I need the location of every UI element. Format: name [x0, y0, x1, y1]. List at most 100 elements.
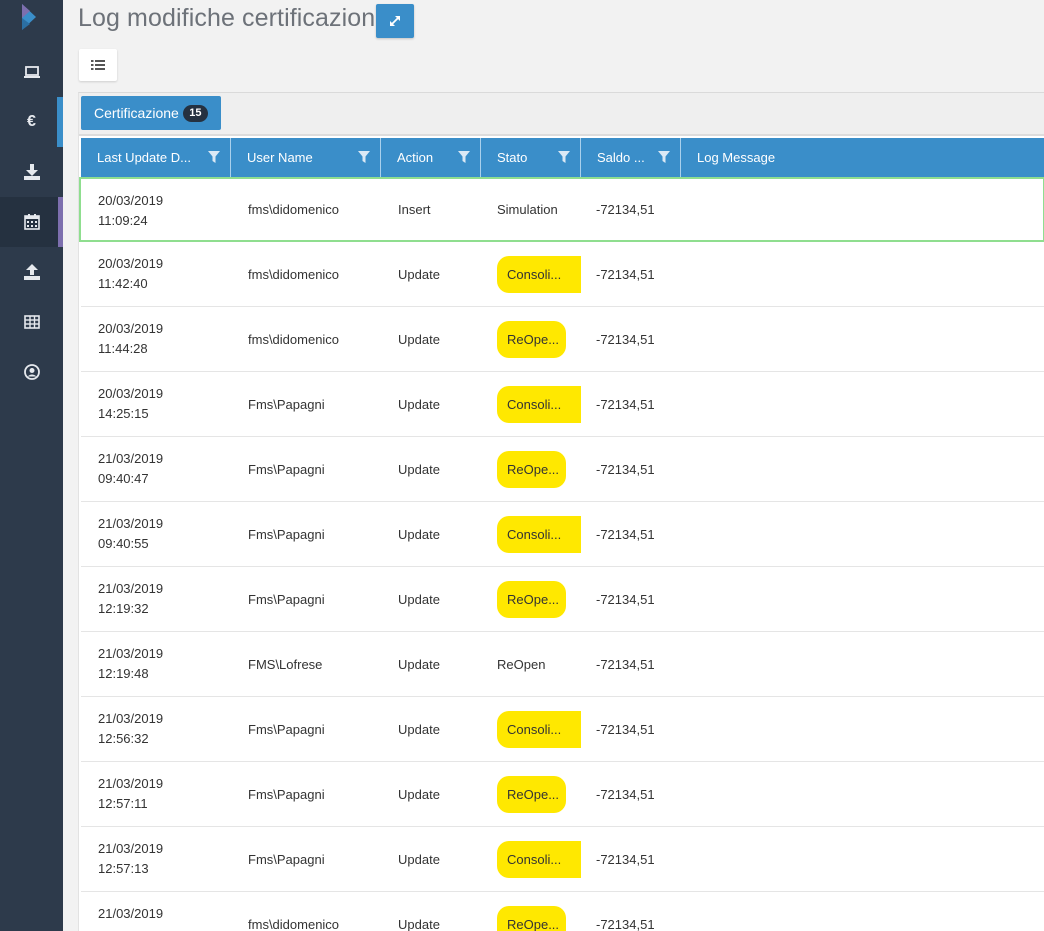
cell-saldo: -72134,51 [596, 721, 655, 737]
cell-log-message [681, 372, 1044, 436]
column-header[interactable]: Saldo ... [581, 138, 681, 177]
table-row[interactable]: 21/03/2019 12:57:11 Fms\Papagni Update ReOpe… [81, 762, 1044, 827]
cell-stato: ReOpe... [481, 437, 581, 501]
page-title: Log modifiche certificazioni [78, 4, 381, 32]
download-icon [23, 164, 40, 180]
status-badge: ReOpe... [497, 775, 566, 813]
cell-action: Update [398, 591, 440, 607]
status-badge: Consoli... [497, 385, 581, 423]
table-row[interactable]: 21/03/2019 09:40:47 Fms\Papagni Update ReOpe… [81, 437, 1044, 502]
time-text: 12:19:48 [98, 666, 149, 681]
cell-stato: ReOpe... [481, 892, 581, 931]
cell-saldo: -72134,51 [596, 656, 655, 672]
tab-label: Certificazione [94, 105, 179, 121]
cell-stato: ReOpen [497, 656, 546, 672]
cell-user-name: fms\didomenico [248, 916, 340, 931]
table-row[interactable]: 21/03/2019 12:19:32 Fms\Papagni Update ReOpe… [81, 567, 1044, 632]
table-row[interactable]: 20/03/2019 11:44:28 fms\didomenico Update Re… [81, 307, 1044, 372]
cell-action: Update [398, 461, 440, 477]
date-text: 21/03/2019 [98, 776, 164, 791]
expand-icon [390, 16, 400, 26]
filter-icon[interactable] [358, 151, 370, 163]
cell-log-message [681, 762, 1044, 826]
table-row[interactable]: 20/03/2019 11:42:40 fms\didomenico Update Co… [81, 242, 1044, 307]
cell-action: Update [398, 526, 440, 542]
laptop-icon [23, 66, 40, 78]
upload-icon [23, 264, 40, 280]
date-text: 20/03/2019 [98, 193, 164, 208]
cell-saldo: -72134,51 [596, 266, 655, 282]
cell-log-message [681, 437, 1044, 501]
filter-icon[interactable] [458, 151, 470, 163]
column-menu-button[interactable] [79, 49, 117, 81]
cell-stato: ReOpe... [481, 762, 581, 826]
cell-saldo: -72134,51 [596, 786, 655, 802]
column-header[interactable]: Action [381, 138, 481, 177]
column-header-label: Last Update D... [97, 150, 191, 165]
filter-icon[interactable] [558, 151, 570, 163]
app-logo-icon[interactable] [16, 4, 42, 30]
cell-last-update: 20/03/2019 14:25:15 [81, 372, 231, 436]
filter-icon[interactable] [658, 151, 670, 163]
table-row[interactable]: 20/03/2019 14:25:15 Fms\Papagni Update Conso… [81, 372, 1044, 437]
fullscreen-button[interactable] [376, 4, 414, 38]
column-header[interactable]: User Name [231, 138, 381, 177]
cell-user-name: fms\didomenico [248, 202, 340, 217]
column-header[interactable]: Stato [481, 138, 581, 177]
euro-icon: € [27, 113, 36, 130]
cell-action: Update [398, 331, 440, 347]
cell-last-update: 20/03/2019 11:09:24 [81, 179, 231, 240]
date-text: 21/03/2019 [98, 646, 164, 661]
time-text: 12:19:32 [98, 601, 149, 616]
sidebar-item-table[interactable] [0, 297, 63, 347]
cell-user-name: Fms\Papagni [248, 461, 325, 477]
table-row[interactable]: 21/03/2019 12:19:48 FMS\Lofrese Update ReOpe… [81, 632, 1044, 697]
sidebar-item-devices[interactable] [0, 47, 63, 97]
cell-stato: Consoli... [481, 372, 581, 436]
cell-action: Update [398, 786, 440, 802]
table-row[interactable]: 21/03/2019 12:57:13 Fms\Papagni Update Conso… [81, 827, 1044, 892]
cell-last-update: 20/03/2019 11:44:28 [81, 307, 231, 371]
cell-last-update: 20/03/2019 11:42:40 [81, 242, 231, 306]
time-text: 11:42:40 [98, 276, 148, 291]
cell-last-update: 21/03/2019 09:40:47 [81, 437, 231, 501]
status-badge: ReOpe... [497, 905, 566, 931]
status-badge: Consoli... [497, 255, 581, 293]
cell-saldo: -72134,51 [596, 461, 655, 477]
sidebar-item-download[interactable] [0, 147, 63, 197]
cell-saldo: -72134,51 [596, 202, 655, 217]
cell-user-name: fms\didomenico [248, 331, 340, 347]
sidebar-item-finance[interactable]: € [0, 97, 63, 147]
date-text: 21/03/2019 [98, 711, 164, 726]
cell-stato: Consoli... [481, 697, 581, 761]
sidebar-item-calendar[interactable] [0, 197, 63, 247]
date-text: 21/03/2019 [98, 581, 164, 596]
tab-strip: Certificazione 15 [79, 93, 1044, 136]
cell-log-message [681, 827, 1044, 891]
time-text: 12:57:11 [98, 796, 148, 811]
cell-stato: ReOpe... [481, 567, 581, 631]
cell-log-message [681, 179, 1043, 240]
cell-saldo: -72134,51 [596, 591, 655, 607]
status-badge: Consoli... [497, 515, 581, 553]
cell-user-name: Fms\Papagni [248, 526, 325, 542]
table-row[interactable]: 21/03/2019 fms\didomenico Update ReOpe... -7… [81, 892, 1044, 931]
table-row[interactable]: 21/03/2019 12:56:32 Fms\Papagni Update Conso… [81, 697, 1044, 762]
cell-saldo: -72134,51 [596, 851, 655, 867]
time-text: 14:25:15 [98, 406, 149, 421]
cell-log-message [681, 567, 1044, 631]
column-header[interactable]: Last Update D... [81, 138, 231, 177]
cell-log-message [681, 892, 1044, 931]
cell-stato: Consoli... [481, 827, 581, 891]
filter-icon[interactable] [208, 151, 220, 163]
time-text: 11:09:24 [98, 213, 148, 228]
sidebar-item-upload[interactable] [0, 247, 63, 297]
time-text: 12:56:32 [98, 731, 149, 746]
column-header[interactable]: Log Message [681, 138, 1044, 177]
table-row[interactable]: 21/03/2019 09:40:55 Fms\Papagni Update Conso… [81, 502, 1044, 567]
tab-certificazione[interactable]: Certificazione 15 [81, 96, 221, 130]
cell-action: Update [398, 266, 440, 282]
user-circle-icon [23, 364, 40, 380]
sidebar-item-profile[interactable] [0, 347, 63, 397]
table-row[interactable]: 20/03/2019 11:09:24 fms\didomenico Insert Si… [79, 177, 1044, 242]
